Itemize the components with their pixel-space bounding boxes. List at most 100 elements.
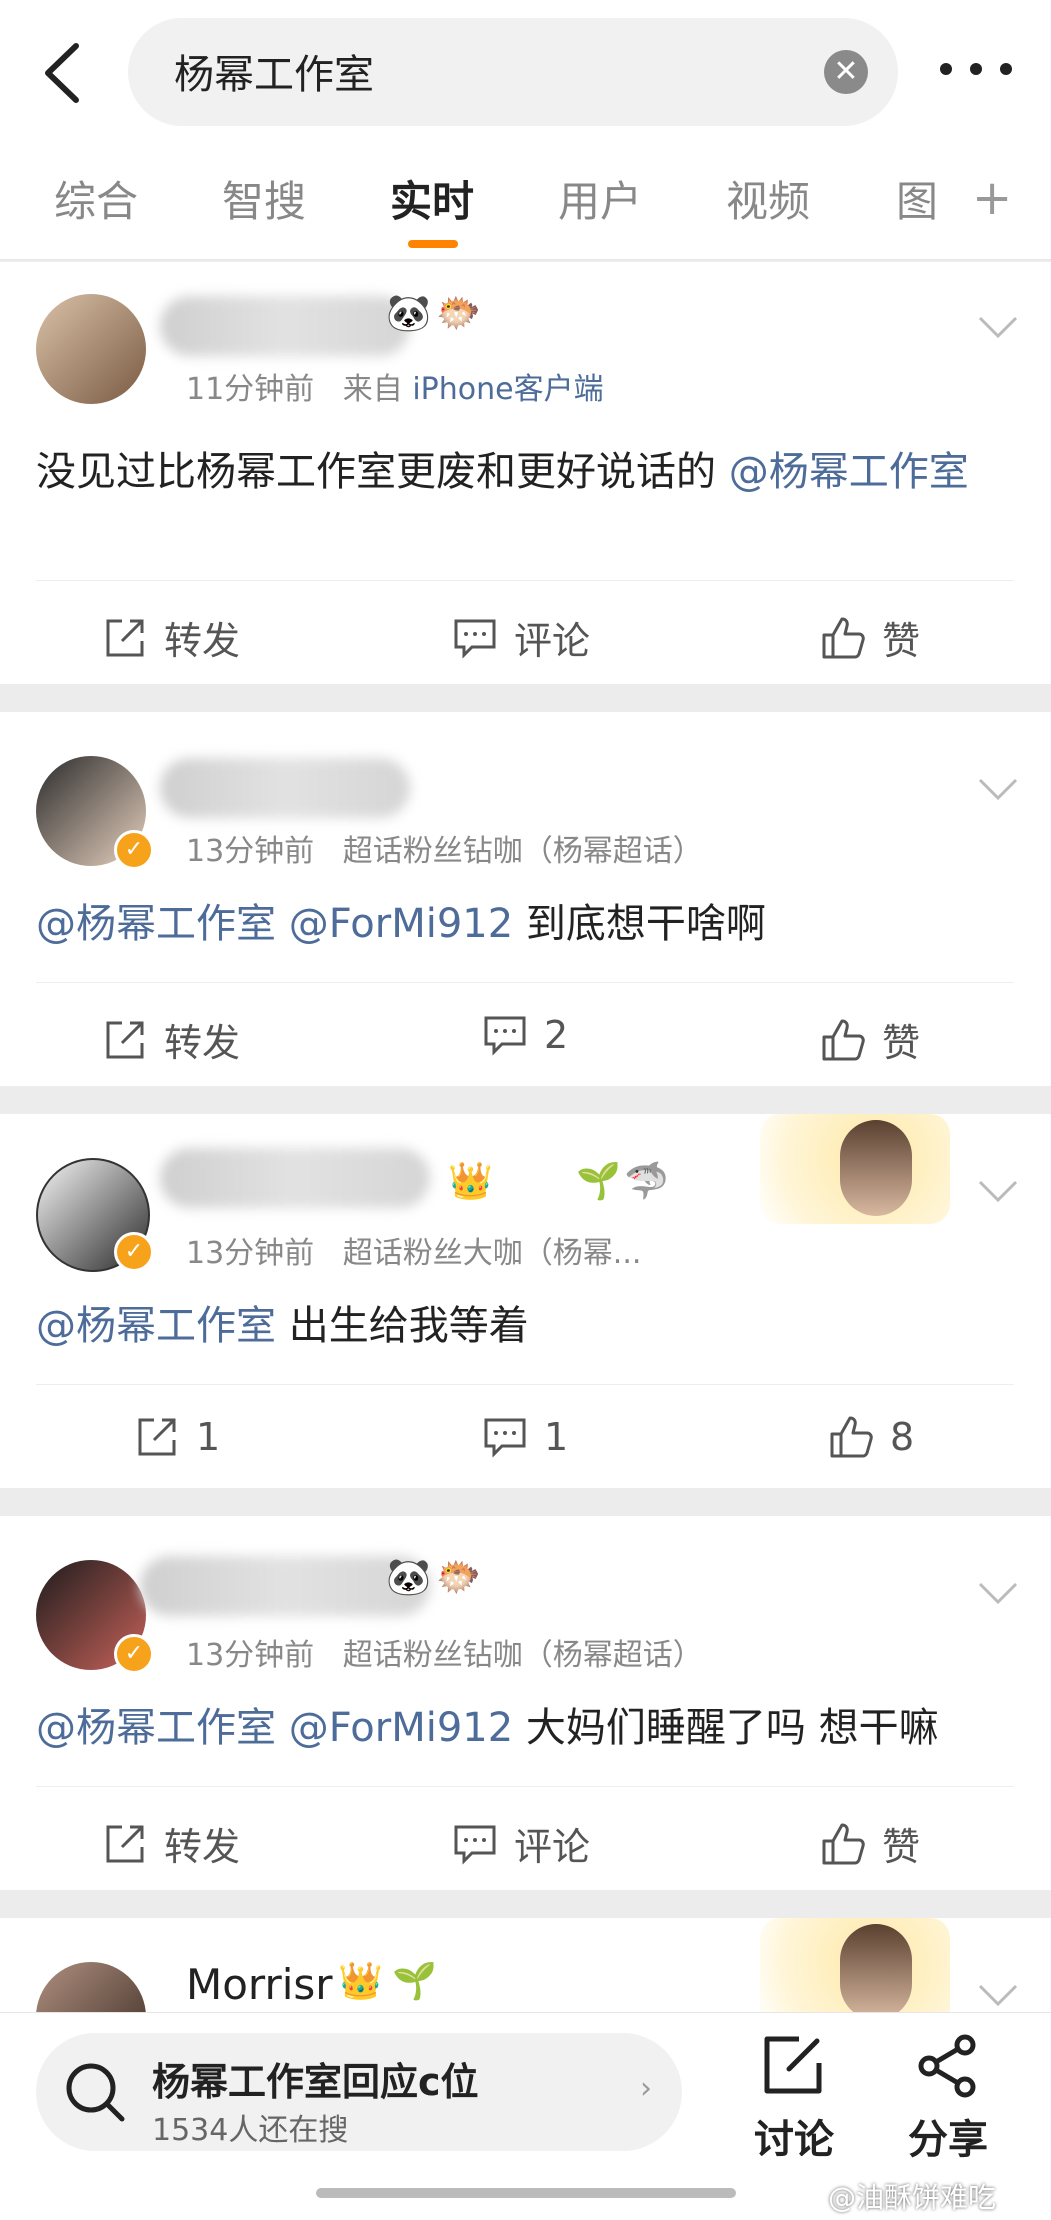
thumbs-up-icon bbox=[830, 1416, 873, 1458]
chevron-down-icon[interactable] bbox=[976, 1980, 1020, 2010]
repost-label: 转发 bbox=[164, 1825, 241, 1869]
post-source: 超话粉丝钻咖（杨幂超话） bbox=[342, 1638, 703, 1673]
comment-count: 2 bbox=[544, 1013, 569, 1057]
post-card: ✓ 👑 🌱 🦈 13分钟前 超话粉丝大咖（杨幂... @杨幂工作室 出生给我等着… bbox=[0, 1114, 1051, 1488]
post-time: 13分钟前 bbox=[186, 1638, 315, 1673]
shark-icon: 🦈 bbox=[624, 1161, 669, 1202]
avatar[interactable] bbox=[36, 1962, 146, 2018]
username-blurred bbox=[160, 296, 410, 356]
repost-icon bbox=[106, 1021, 144, 1058]
comment-button[interactable]: 评论 bbox=[452, 1816, 590, 1871]
tab-realtime[interactable]: 实时 bbox=[390, 168, 474, 229]
repost-icon bbox=[138, 1418, 176, 1456]
fish-icon: 🐡 bbox=[436, 293, 481, 334]
like-label: 赞 bbox=[882, 619, 921, 663]
crown-level-icon: 👑 bbox=[448, 1161, 493, 1202]
repost-label: 转发 bbox=[164, 619, 241, 663]
post-meta: 11分钟前 来自 iPhone客户端 bbox=[186, 364, 604, 408]
tab-bar: 综合 智搜 实时 用户 视频 图 bbox=[0, 168, 1051, 248]
post-card: Morrisr 👑 🌱 bbox=[0, 1918, 1051, 2018]
post-text: 出生给我等着 bbox=[288, 1303, 529, 1349]
comment-icon bbox=[484, 1016, 526, 1056]
post-card: ✓ 13分钟前 超话粉丝钻咖（杨幂超话） @杨幂工作室 @ForMi912 到底… bbox=[0, 712, 1051, 1086]
search-bar[interactable]: 杨幂工作室 ✕ bbox=[128, 18, 898, 126]
post-source[interactable]: iPhone客户端 bbox=[412, 372, 603, 407]
post-text: 大妈们睡醒了吗 想干嘛 bbox=[525, 1705, 939, 1751]
comment-count: 1 bbox=[544, 1415, 569, 1459]
back-arrow-icon[interactable] bbox=[36, 38, 96, 108]
comment-button[interactable]: 2 bbox=[482, 1012, 568, 1058]
post-meta: 13分钟前 超话粉丝大咖（杨幂... bbox=[186, 1228, 641, 1272]
share-label: 分享 bbox=[908, 2117, 988, 2163]
post-meta: 13分钟前 超话粉丝钻咖（杨幂超话） bbox=[186, 826, 703, 870]
tab-videos[interactable]: 视频 bbox=[726, 168, 810, 229]
panda-icon: 🐼 bbox=[386, 1557, 431, 1598]
comment-icon bbox=[454, 619, 496, 659]
comment-label: 评论 bbox=[514, 619, 591, 663]
watermark: @油酥饼难吃 bbox=[828, 2181, 997, 2214]
repost-icon bbox=[106, 619, 144, 656]
mention-link[interactable]: @杨幂工作室 bbox=[36, 1303, 276, 1349]
top-bar: 杨幂工作室 ✕ 综合 智搜 实时 用户 视频 图 + bbox=[0, 0, 1051, 260]
sprout-icon: 🌱 bbox=[392, 1961, 437, 2002]
mention-link[interactable]: @杨幂工作室 bbox=[36, 1705, 276, 1751]
chevron-down-icon[interactable] bbox=[976, 774, 1020, 804]
like-button[interactable]: 赞 bbox=[820, 1012, 920, 1067]
tab-smart-search[interactable]: 智搜 bbox=[222, 168, 306, 229]
post-source: 超话粉丝钻咖（杨幂超话） bbox=[342, 834, 703, 869]
thumbs-up-icon bbox=[822, 1019, 865, 1060]
sprout-icon: 🌱 bbox=[576, 1161, 621, 1202]
mention-link[interactable]: @杨幂工作室 bbox=[729, 449, 969, 495]
like-label: 赞 bbox=[882, 1825, 921, 1869]
repost-button[interactable]: 转发 bbox=[102, 1012, 240, 1067]
share-button[interactable]: 分享 bbox=[898, 2033, 998, 2165]
mention-link[interactable]: @ForMi912 bbox=[289, 901, 513, 947]
username[interactable]: Morrisr bbox=[186, 1960, 333, 2009]
post-card: 🐼 🐡 11分钟前 来自 iPhone客户端 没见过比杨幂工作室更废和更好说话的… bbox=[0, 262, 1051, 684]
chevron-down-icon[interactable] bbox=[976, 312, 1020, 342]
search-query[interactable]: 杨幂工作室 bbox=[174, 42, 374, 100]
tab-images[interactable]: 图 bbox=[896, 168, 938, 229]
comment-button[interactable]: 评论 bbox=[452, 610, 590, 665]
repost-icon bbox=[106, 1825, 144, 1862]
divider bbox=[0, 259, 1051, 260]
repost-button[interactable]: 转发 bbox=[102, 610, 240, 665]
thumbs-up-icon bbox=[822, 1823, 865, 1864]
post-card: ✓ 🐼 🐡 13分钟前 超话粉丝钻咖（杨幂超话） @杨幂工作室 @ForMi91… bbox=[0, 1516, 1051, 1890]
tab-general[interactable]: 综合 bbox=[54, 168, 138, 229]
divider bbox=[36, 1786, 1014, 1787]
comment-button[interactable]: 1 bbox=[482, 1414, 568, 1460]
like-label: 赞 bbox=[882, 1021, 921, 1065]
home-indicator bbox=[316, 2188, 736, 2198]
discuss-button[interactable]: 讨论 bbox=[744, 2033, 844, 2165]
search-icon bbox=[66, 2063, 125, 2122]
more-icon[interactable] bbox=[936, 54, 1016, 84]
post-content: @杨幂工作室 出生给我等着 bbox=[36, 1296, 1003, 1356]
verified-badge-icon: ✓ bbox=[114, 1232, 154, 1272]
tab-users[interactable]: 用户 bbox=[558, 168, 642, 229]
like-button[interactable]: 赞 bbox=[820, 1816, 920, 1871]
chevron-down-icon[interactable] bbox=[976, 1176, 1020, 1206]
repost-button[interactable]: 1 bbox=[134, 1414, 220, 1460]
thumbs-up-icon bbox=[822, 617, 865, 658]
clear-icon[interactable]: ✕ bbox=[824, 50, 868, 94]
avatar[interactable] bbox=[36, 294, 146, 404]
mention-link[interactable]: @杨幂工作室 bbox=[36, 901, 276, 947]
add-tab-icon[interactable]: + bbox=[972, 168, 1012, 228]
verified-badge-icon: ✓ bbox=[114, 830, 154, 870]
hot-search-suggestion[interactable]: 杨幂工作室回应c位 1534人还在搜 › bbox=[36, 2033, 682, 2151]
comment-icon bbox=[484, 1418, 526, 1458]
like-button[interactable]: 赞 bbox=[820, 610, 920, 665]
repost-button[interactable]: 转发 bbox=[102, 1816, 240, 1871]
like-count: 8 bbox=[890, 1415, 915, 1459]
verified-badge-icon: ✓ bbox=[114, 1634, 154, 1674]
like-button[interactable]: 8 bbox=[828, 1414, 914, 1460]
repost-label: 转发 bbox=[164, 1021, 241, 1065]
chevron-down-icon[interactable] bbox=[976, 1578, 1020, 1608]
repost-count: 1 bbox=[196, 1415, 221, 1459]
mention-link[interactable]: @ForMi912 bbox=[289, 1705, 513, 1751]
source-prefix: 来自 bbox=[342, 372, 403, 407]
post-content: 没见过比杨幂工作室更废和更好说话的 @杨幂工作室 bbox=[36, 442, 1003, 502]
chevron-right-icon: › bbox=[640, 2071, 652, 2106]
post-time: 13分钟前 bbox=[186, 1236, 315, 1271]
